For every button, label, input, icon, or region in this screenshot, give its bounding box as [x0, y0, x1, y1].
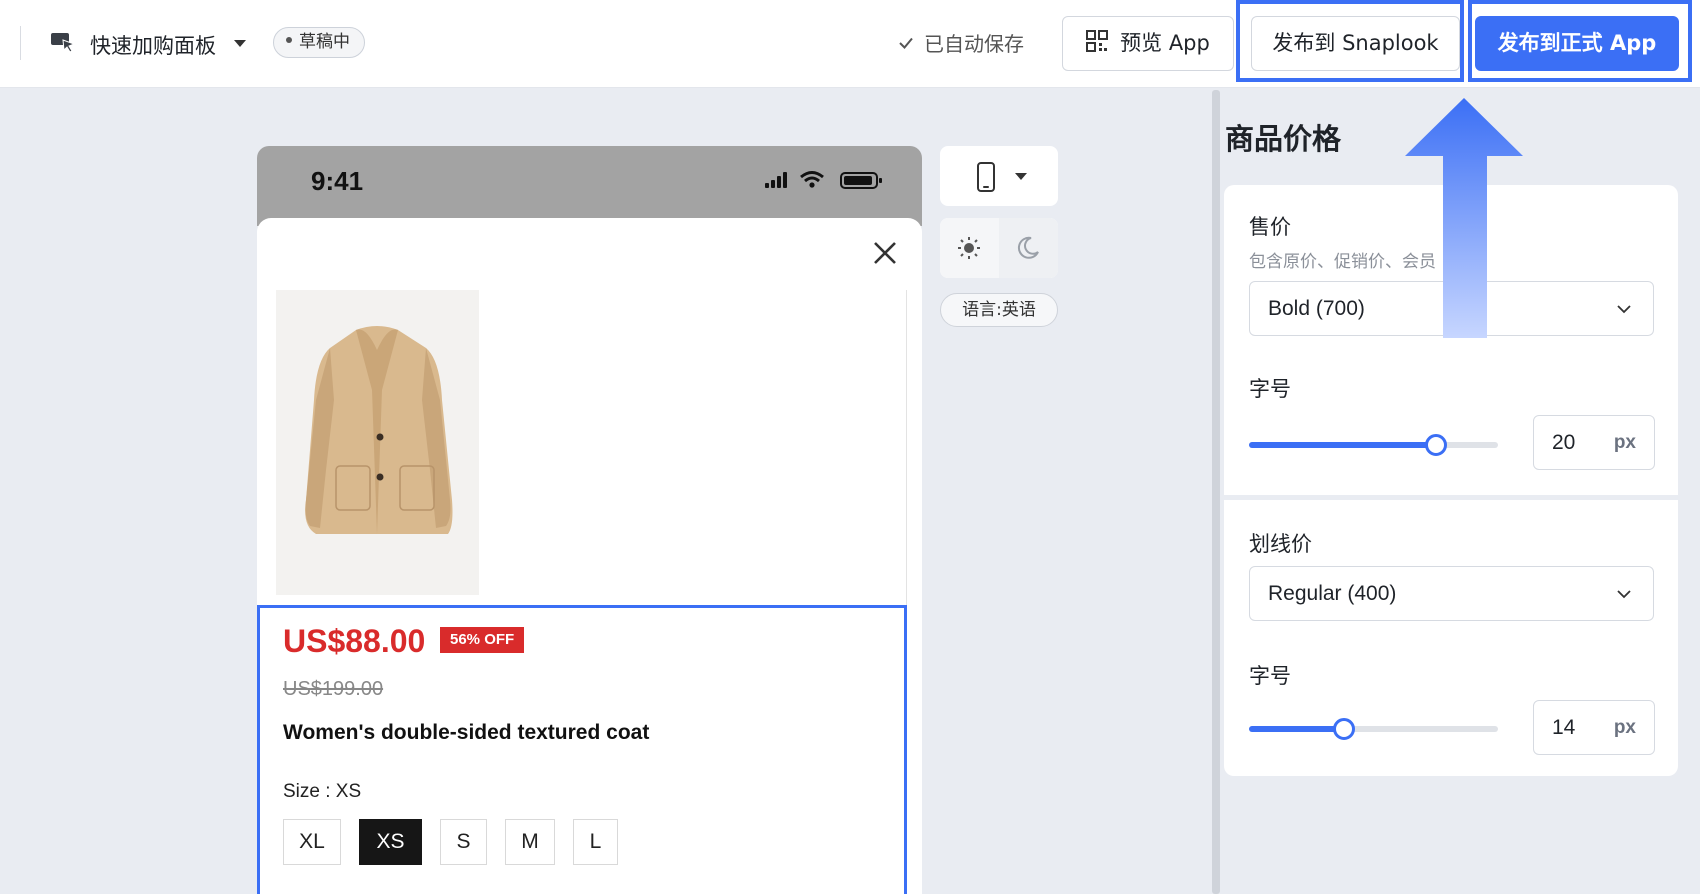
size-option[interactable]: S — [440, 819, 487, 865]
slider-thumb[interactable] — [1332, 718, 1355, 740]
cursor-panel-icon — [51, 33, 76, 53]
highlight-publish-button — [1468, 0, 1692, 82]
discount-badge: 56% OFF — [440, 627, 525, 653]
chevron-down-icon — [1617, 305, 1631, 314]
sale-price: US$88.00 — [283, 623, 426, 659]
battery-icon — [840, 172, 882, 189]
chevron-down-icon — [1015, 173, 1027, 180]
original-price: US$199.00 — [283, 678, 384, 700]
device-selector[interactable] — [940, 146, 1058, 206]
moon-icon — [1017, 236, 1039, 259]
page-title[interactable]: 快速加购面板 — [90, 30, 216, 60]
caret-down-icon[interactable] — [234, 40, 246, 47]
strike-price-label: 划线价 — [1249, 532, 1312, 556]
dark-theme-button[interactable] — [999, 218, 1058, 278]
preview-app-label: 预览 App — [1120, 31, 1210, 55]
wifi-icon — [800, 171, 824, 188]
chevron-down-icon — [1617, 590, 1631, 599]
preview-app-button[interactable]: 预览 App — [1062, 16, 1234, 71]
slider-thumb[interactable] — [1424, 434, 1447, 456]
size-option[interactable]: M — [505, 819, 555, 865]
status-time: 9:41 — [311, 166, 364, 196]
highlight-snaplook-button — [1236, 0, 1464, 82]
strike-price-card: 划线价 Regular (400) 字号 14 px — [1224, 500, 1678, 776]
status-icons — [765, 171, 882, 189]
autosave-status: 已自动保存 — [898, 28, 1024, 57]
font-weight-value: Bold (700) — [1268, 297, 1365, 320]
size-label: Size : XS — [283, 781, 362, 802]
font-size-label: 字号 — [1249, 377, 1291, 401]
font-weight-value: Regular (400) — [1268, 582, 1397, 605]
font-size-slider[interactable] — [1249, 434, 1498, 456]
autosave-label: 已自动保存 — [924, 32, 1024, 56]
phone-status-bar: 9:41 — [257, 146, 922, 226]
font-size-slider[interactable] — [1249, 718, 1498, 740]
sun-icon — [958, 237, 980, 259]
size-options: XL XS S M L — [283, 819, 636, 865]
sale-price-label: 售价 — [1249, 215, 1291, 239]
check-icon — [899, 37, 913, 49]
font-size-input[interactable]: 14 px — [1533, 700, 1655, 755]
signal-icon — [765, 172, 787, 188]
theme-toggle — [940, 218, 1058, 278]
status-badge: 草稿中 — [273, 27, 365, 58]
font-size-value: 14 — [1552, 716, 1576, 739]
size-option[interactable]: XL — [283, 819, 341, 865]
status-badge-label: 草稿中 — [299, 32, 350, 52]
qr-code-icon — [1086, 30, 1109, 52]
annotation-arrow-icon — [1405, 98, 1523, 338]
light-theme-button[interactable] — [940, 218, 999, 278]
phone-device-icon — [977, 162, 995, 192]
size-option[interactable]: L — [573, 819, 618, 865]
font-size-unit: px — [1613, 717, 1636, 738]
slider-fill — [1249, 726, 1344, 732]
price-section[interactable]: US$88.00 56% OFF US$199.00 Women's doubl… — [257, 605, 907, 894]
panel-title: 商品价格 — [1225, 122, 1342, 156]
language-selector[interactable]: 语言:英语 — [940, 293, 1058, 327]
slider-fill — [1249, 442, 1436, 448]
close-icon[interactable] — [872, 240, 898, 266]
divider — [20, 26, 21, 60]
product-image — [276, 290, 479, 595]
font-size-unit: px — [1613, 432, 1636, 453]
product-name: Women's double-sided textured coat — [283, 721, 650, 744]
font-weight-select[interactable]: Regular (400) — [1249, 566, 1654, 621]
font-size-input[interactable]: 20 px — [1533, 415, 1655, 470]
size-option-selected[interactable]: XS — [359, 819, 422, 865]
font-size-value: 20 — [1552, 431, 1576, 454]
scrollbar[interactable] — [1212, 90, 1220, 894]
font-size-label: 字号 — [1249, 664, 1291, 688]
status-dot — [286, 37, 292, 43]
